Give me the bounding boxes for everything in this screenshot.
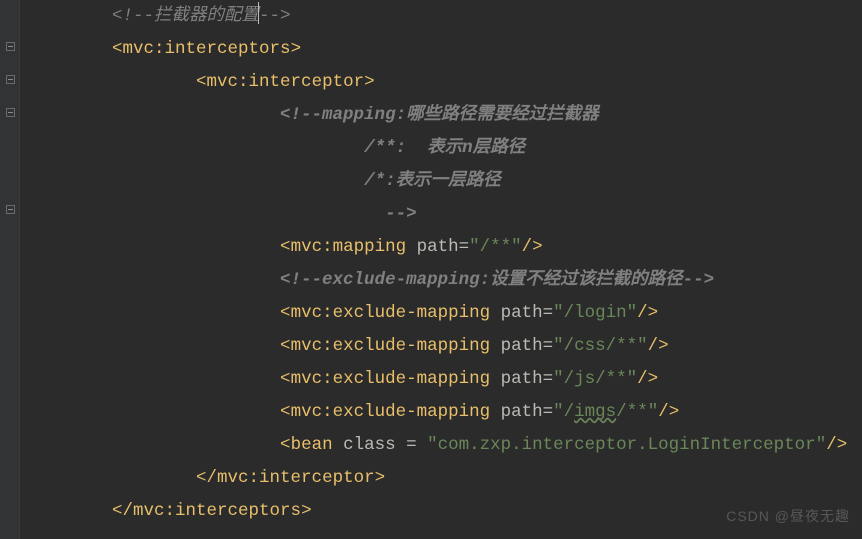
fold-marker[interactable]: [6, 75, 15, 84]
code-line[interactable]: <bean class = "com.zxp.interceptor.Login…: [28, 429, 862, 462]
code-line[interactable]: <mvc:mapping path="/**"/>: [28, 231, 862, 264]
code-line[interactable]: <mvc:interceptor>: [28, 66, 862, 99]
code-line[interactable]: /*:表示一层路径: [28, 165, 862, 198]
code-line[interactable]: <mvc:exclude-mapping path="/login"/>: [28, 297, 862, 330]
code-editor-area[interactable]: <!--拦截器的配置--> <mvc:interceptors> <mvc:in…: [28, 0, 862, 528]
code-line[interactable]: <mvc:exclude-mapping path="/css/**"/>: [28, 330, 862, 363]
code-line[interactable]: <!--exclude-mapping:设置不经过该拦截的路径-->: [28, 264, 862, 297]
code-line[interactable]: <!--mapping:哪些路径需要经过拦截器: [28, 99, 862, 132]
code-line[interactable]: <mvc:interceptors>: [28, 33, 862, 66]
watermark-text: CSDN @昼夜无趣: [726, 500, 850, 533]
code-line[interactable]: <mvc:exclude-mapping path="/imgs/**"/>: [28, 396, 862, 429]
fold-marker[interactable]: [6, 205, 15, 214]
code-line[interactable]: <mvc:exclude-mapping path="/js/**"/>: [28, 363, 862, 396]
code-line[interactable]: /**: 表示n层路径: [28, 132, 862, 165]
code-line[interactable]: -->: [28, 198, 862, 231]
gutter: [0, 0, 20, 539]
fold-marker[interactable]: [6, 108, 15, 117]
code-line[interactable]: <!--拦截器的配置-->: [28, 0, 862, 33]
code-line[interactable]: </mvc:interceptor>: [28, 462, 862, 495]
fold-marker[interactable]: [6, 42, 15, 51]
